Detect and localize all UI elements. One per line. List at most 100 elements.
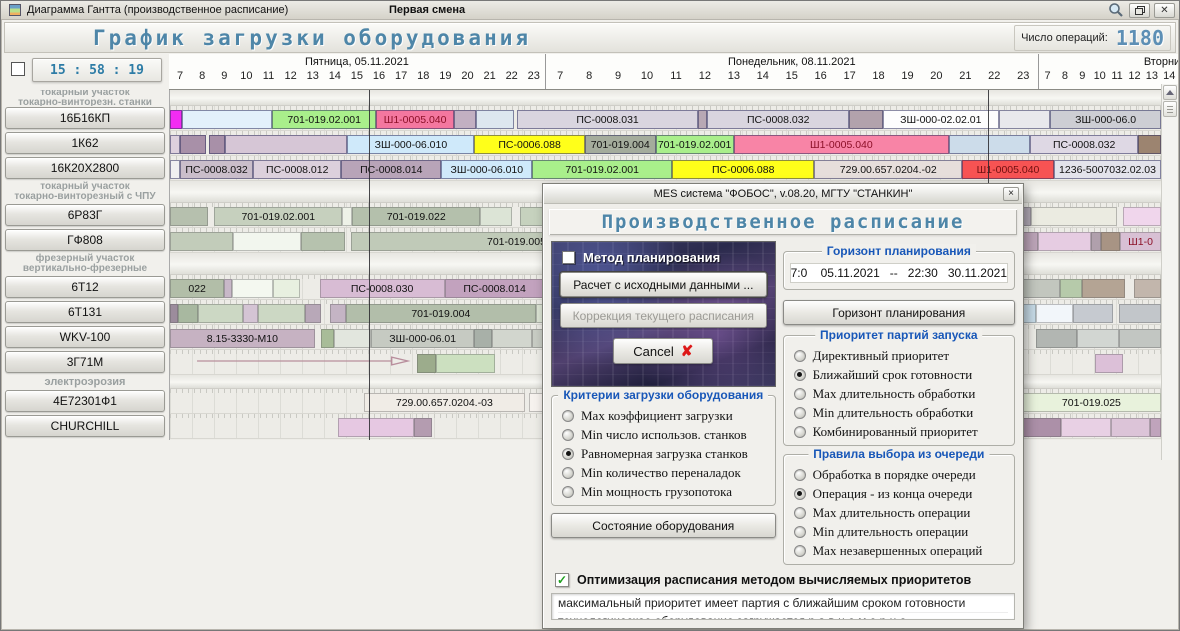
machine-button[interactable]: 4Е72301Ф1 bbox=[5, 390, 165, 412]
radio-icon[interactable] bbox=[794, 388, 806, 400]
gantt-bar[interactable]: 1236-5007032.02.03 bbox=[1054, 160, 1161, 179]
equipment-state-button[interactable]: Состояние оборудования bbox=[551, 513, 776, 538]
radio-option[interactable]: Max длительность операции bbox=[790, 503, 1008, 522]
radio-icon[interactable] bbox=[794, 545, 806, 557]
radio-icon[interactable] bbox=[794, 507, 806, 519]
timeline-hours: 7891011121314151617181920212223 bbox=[169, 70, 545, 84]
gantt-bar[interactable]: ПС-0008.031 bbox=[517, 110, 698, 129]
gantt-bar[interactable]: 729.00.657.0204.-03 bbox=[364, 393, 525, 412]
radio-icon[interactable] bbox=[562, 429, 574, 441]
gantt-bar[interactable]: Ш1-0005.040 bbox=[376, 110, 453, 129]
machine-button[interactable]: 16К20Х2800 bbox=[5, 157, 165, 179]
radio-icon[interactable] bbox=[794, 407, 806, 419]
cancel-button[interactable]: Cancel ✘ bbox=[613, 338, 713, 364]
optimize-checkbox-row[interactable]: ✓ Оптимизация расписания методом вычисля… bbox=[555, 573, 1011, 587]
gantt-bar[interactable]: ПС-0006.088 bbox=[672, 160, 815, 179]
gantt-bar[interactable]: 729.00.657.0204.-02 bbox=[814, 160, 962, 179]
gantt-bar[interactable]: 8.15-3330-М10 bbox=[170, 329, 315, 348]
gantt-bar[interactable]: ПС-0008.030 bbox=[320, 279, 445, 298]
gantt-bar[interactable]: ПС-0008.032 bbox=[707, 110, 849, 129]
machine-button[interactable]: 6Т12 bbox=[5, 276, 165, 298]
magnifier-icon[interactable] bbox=[1107, 2, 1125, 18]
machine-button[interactable]: ГФ808 bbox=[5, 229, 165, 251]
calc-initial-button[interactable]: Расчет с исходными данными ... bbox=[560, 272, 767, 297]
vertical-scrollbar[interactable] bbox=[1161, 84, 1178, 460]
gantt-bar[interactable]: ПС-0008.014 bbox=[341, 160, 441, 179]
radio-icon[interactable] bbox=[562, 467, 574, 479]
gantt-bar[interactable]: ПС-0008.012 bbox=[253, 160, 341, 179]
radio-option[interactable]: Равномерная загрузка станков bbox=[558, 444, 769, 463]
gantt-bar[interactable]: 701-019.004 bbox=[346, 304, 536, 323]
gantt-bar[interactable]: ЗШ-000-06.0 bbox=[1050, 110, 1161, 129]
gantt-bar[interactable]: 701-019.02.001 bbox=[214, 207, 342, 226]
radio-option[interactable]: Операция - из конца очереди bbox=[790, 484, 1008, 503]
radio-icon[interactable] bbox=[562, 410, 574, 422]
timeline-hour-label: 9 bbox=[1074, 70, 1091, 84]
radio-option[interactable]: Max незавершенных операций bbox=[790, 541, 1008, 560]
dialog-close-icon[interactable]: × bbox=[1003, 187, 1019, 201]
machine-button[interactable]: WKV-100 bbox=[5, 326, 165, 348]
radio-icon[interactable] bbox=[794, 350, 806, 362]
gantt-bar[interactable]: 701-019.004 bbox=[585, 135, 656, 154]
radio-option[interactable]: Комбинированный приоритет bbox=[790, 422, 1008, 441]
machine-button[interactable]: 16Б16КП bbox=[5, 107, 165, 129]
gantt-bar[interactable]: 022 bbox=[170, 279, 224, 298]
method-checkbox[interactable] bbox=[562, 251, 575, 264]
sidebar-section-label: электроэрозия bbox=[2, 375, 168, 389]
radio-option[interactable]: Ближайший срок готовности bbox=[790, 365, 1008, 384]
machine-button[interactable]: 3Г71М bbox=[5, 351, 165, 373]
gantt-bar[interactable]: 701-019.025 bbox=[1022, 393, 1161, 412]
radio-icon[interactable] bbox=[794, 526, 806, 538]
sidebar-section-label: токарный участоктокарно-винторезный с ЧП… bbox=[2, 181, 168, 203]
radio-option[interactable]: Min количество переналадок bbox=[558, 463, 769, 482]
machine-button[interactable]: 1К62 bbox=[5, 132, 165, 154]
radio-icon[interactable] bbox=[794, 488, 806, 500]
radio-option[interactable]: Обработка в порядке очереди bbox=[790, 465, 1008, 484]
radio-option[interactable]: Min число использов. станков bbox=[558, 425, 769, 444]
scroll-thumb[interactable] bbox=[1163, 101, 1177, 117]
gantt-bar-segment bbox=[301, 232, 345, 251]
radio-option[interactable]: Max длительность обработки bbox=[790, 384, 1008, 403]
gantt-bar[interactable]: 701-019.02.001 bbox=[272, 110, 376, 129]
gantt-bar[interactable]: 701-019.022 bbox=[352, 207, 480, 226]
gantt-bar[interactable]: Ш1-0 bbox=[1120, 232, 1161, 251]
gantt-bar[interactable]: ПС-0008.032 bbox=[1030, 135, 1138, 154]
scroll-up-icon[interactable] bbox=[1163, 85, 1177, 100]
optimize-checkbox[interactable]: ✓ bbox=[555, 573, 569, 587]
radio-icon[interactable] bbox=[794, 426, 806, 438]
machine-button[interactable]: 6Т131 bbox=[5, 301, 165, 323]
machine-button[interactable]: 6Р83Г bbox=[5, 204, 165, 226]
gantt-bar[interactable]: ЗШ-000-06.01 bbox=[371, 329, 473, 348]
gantt-bar[interactable]: ЗШ-000-02.02.01 bbox=[883, 110, 999, 129]
gantt-bar[interactable]: Ш1-0005.040 bbox=[734, 135, 950, 154]
gantt-bar[interactable]: ПС-0008.032 bbox=[180, 160, 253, 179]
radio-option[interactable]: Директивный приоритет bbox=[790, 346, 1008, 365]
horizon-button[interactable]: Горизонт планирования bbox=[783, 300, 1015, 325]
radio-option[interactable]: Max коэффициент загрузки bbox=[558, 406, 769, 425]
gantt-bar-segment bbox=[414, 418, 432, 437]
restore-button[interactable] bbox=[1129, 3, 1150, 18]
radio-option[interactable]: Min мощность грузопотока bbox=[558, 482, 769, 501]
gantt-bar[interactable]: ПС-0008.014 bbox=[445, 279, 545, 298]
radio-icon[interactable] bbox=[794, 369, 806, 381]
gantt-bar[interactable]: ЗШ-000-06.010 bbox=[441, 160, 532, 179]
dialog-titlebar[interactable]: MES система "ФОБОС", v.08.20, МГТУ "СТАН… bbox=[544, 185, 1022, 204]
radio-icon[interactable] bbox=[562, 448, 574, 460]
gantt-bar[interactable]: ЗШ-000-06.010 bbox=[347, 135, 474, 154]
radio-option-label: Ближайший срок готовности bbox=[813, 367, 973, 383]
gantt-bar[interactable]: ПС-0006.088 bbox=[474, 135, 584, 154]
close-icon[interactable]: ✕ bbox=[1154, 3, 1175, 18]
radio-icon[interactable] bbox=[562, 486, 574, 498]
gantt-bar[interactable]: Ш1-0005.040 bbox=[962, 160, 1054, 179]
gantt-bar[interactable]: 701-019.02.001 bbox=[532, 160, 672, 179]
machine-cell: 1К62 bbox=[2, 131, 168, 156]
radio-option[interactable]: Min длительность обработки bbox=[790, 403, 1008, 422]
gantt-bar-segment bbox=[170, 207, 208, 226]
timeline-checkbox[interactable] bbox=[11, 62, 25, 76]
timeline-days: Пятница, 05.11.2021789101112131415161718… bbox=[169, 54, 1178, 89]
method-checkbox-row[interactable]: Метод планирования bbox=[562, 250, 767, 265]
machine-button[interactable]: CHURCHILL bbox=[5, 415, 165, 437]
radio-icon[interactable] bbox=[794, 469, 806, 481]
gantt-bar[interactable]: 701-019.02.001 bbox=[656, 135, 734, 154]
radio-option[interactable]: Min длительность операции bbox=[790, 522, 1008, 541]
